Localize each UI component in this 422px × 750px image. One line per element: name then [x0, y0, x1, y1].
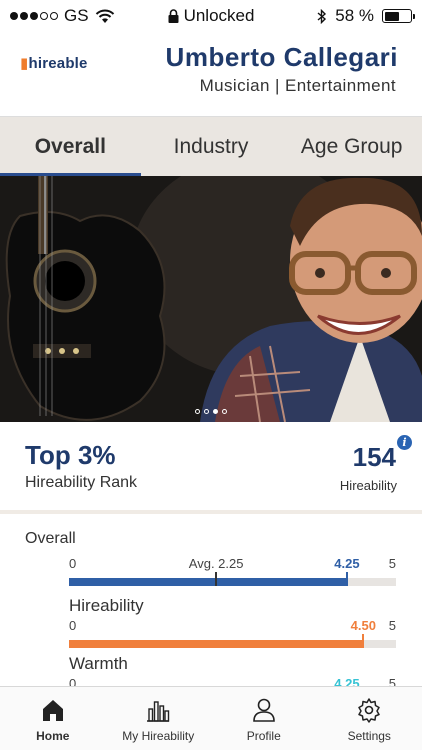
- user-role: Musician | Entertainment: [199, 76, 396, 95]
- hireability-score-label: Hireability: [339, 478, 397, 493]
- overall-score-bar: 0 5 Avg. 2.25 4.25: [69, 556, 396, 594]
- metrics-heading: Overall: [25, 530, 76, 547]
- bar-min-label: 0: [69, 556, 77, 571]
- pager-dot[interactable]: [195, 409, 200, 414]
- nav-home[interactable]: Home: [0, 687, 106, 750]
- bar-max-label: 5: [388, 556, 396, 571]
- bar-min-label: 0: [69, 676, 77, 686]
- nav-label: Profile: [246, 729, 281, 743]
- user-name: Umberto Callegari: [165, 42, 398, 72]
- bar-fill: [69, 578, 347, 586]
- average-label: Avg. 2.25: [188, 556, 244, 571]
- profile-photo: [0, 176, 422, 422]
- warmth-score-bar: 0 5 4.25: [69, 676, 396, 686]
- pager-dot[interactable]: [222, 409, 227, 414]
- rank-value: Top 3%: [25, 440, 116, 470]
- tab-industry[interactable]: Industry: [141, 117, 282, 176]
- lock-icon: [168, 9, 179, 23]
- hireability-score: 154: [352, 442, 396, 472]
- bar-max-label: 5: [388, 618, 396, 633]
- bar-fill: [69, 640, 364, 648]
- tab-overall[interactable]: Overall: [0, 117, 141, 176]
- nav-label: My Hireability: [122, 729, 195, 743]
- bluetooth-icon: [317, 8, 327, 24]
- info-icon[interactable]: i: [397, 435, 412, 450]
- bar-max-label: 5: [388, 676, 396, 686]
- logo-text: hireable: [28, 55, 88, 72]
- bar-min-label: 0: [69, 618, 77, 633]
- metrics-list: Overall 0 5 Avg. 2.25 4.25 Hireability 0…: [0, 518, 422, 686]
- hireable-logo[interactable]: ▮hireable: [20, 54, 88, 72]
- battery-group: 58 %: [317, 6, 415, 26]
- nav-label: Settings: [347, 729, 391, 743]
- average-marker: [215, 572, 218, 586]
- hireability-score-bar: 0 5 4.50: [69, 618, 396, 656]
- value-marker: [362, 634, 365, 648]
- carousel-pager: [0, 409, 422, 414]
- bar-chart-icon: [147, 701, 170, 722]
- person-icon: [252, 698, 275, 722]
- rank-summary: Top 3% Hireability Rank 154 Hireability …: [0, 422, 422, 514]
- nav-label: Home: [36, 729, 70, 743]
- rank-tabs: Overall Industry Age Group: [0, 116, 422, 176]
- status-bar: GS Unlocked 58 %: [0, 0, 422, 32]
- nav-settings[interactable]: Settings: [317, 687, 422, 750]
- pager-dot-active[interactable]: [213, 409, 218, 414]
- home-icon: [42, 700, 63, 721]
- metric-title-warmth: Warmth: [69, 654, 128, 673]
- nav-my-hireability[interactable]: My Hireability: [106, 687, 212, 750]
- bar-track: [69, 640, 396, 648]
- rank-label: Hireability Rank: [25, 474, 138, 491]
- battery-icon: [382, 9, 415, 23]
- bar-value-label: 4.25: [334, 556, 360, 571]
- tab-age-group[interactable]: Age Group: [281, 117, 422, 176]
- value-marker: [345, 572, 348, 586]
- pager-dot[interactable]: [204, 409, 209, 414]
- battery-percent: 58 %: [335, 6, 374, 25]
- bottom-tab-bar: Home My Hireability Profile Settings: [0, 686, 422, 750]
- bar-value-label: 4.25: [334, 676, 360, 686]
- battery-level: [384, 11, 399, 21]
- profile-header: ▮hireable Umberto Callegari Musician | E…: [0, 32, 422, 116]
- lock-status-text: Unlocked: [183, 6, 255, 25]
- gear-icon: [358, 698, 380, 723]
- profile-photo-carousel[interactable]: [0, 176, 422, 422]
- bar-value-label: 4.50: [350, 618, 376, 633]
- nav-profile[interactable]: Profile: [211, 687, 317, 750]
- metric-title-hireability: Hireability: [69, 596, 144, 615]
